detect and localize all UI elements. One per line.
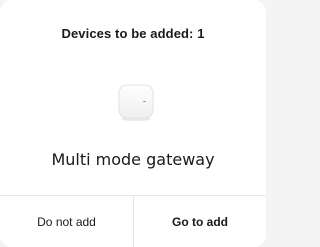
dialog-title: Devices to be added: 1 [61, 26, 205, 41]
gateway-device-icon [116, 82, 156, 122]
add-devices-dialog: Devices to be added: 1 Multi mode gatewa… [0, 0, 266, 247]
device-name: Multi mode gateway [51, 150, 215, 169]
do-not-add-button[interactable]: Do not add [0, 196, 133, 247]
go-to-add-button[interactable]: Go to add [134, 196, 266, 247]
